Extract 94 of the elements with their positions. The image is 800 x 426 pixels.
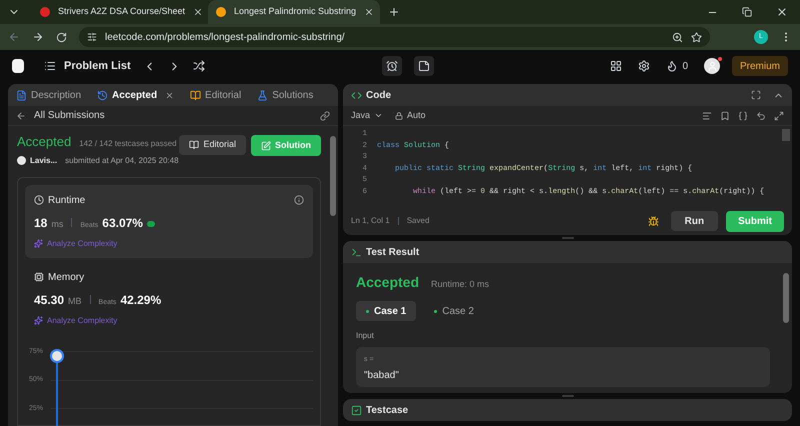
site-favicon-icon — [216, 7, 226, 17]
terminal-icon — [351, 246, 362, 258]
runtime-text: Runtime: 0 ms — [431, 278, 490, 291]
avatar-marker — [50, 348, 64, 362]
tab-icon — [97, 90, 108, 100]
timer-button[interactable] — [382, 56, 402, 76]
debug-icon[interactable] — [648, 216, 659, 226]
share-link-icon[interactable] — [320, 110, 330, 120]
braces-icon[interactable] — [738, 110, 748, 120]
chevron-down-icon — [374, 111, 384, 120]
url-text: leetcode.com/problems/longest-palindromic-substring/ — [105, 30, 346, 44]
submission-status: Accepted — [17, 133, 72, 151]
close-icon — [165, 90, 174, 100]
beats-percentage: 63.07% — [102, 214, 143, 232]
variable-value: "babad" — [364, 368, 400, 382]
new-tab-icon[interactable] — [388, 6, 400, 18]
panel-tab[interactable]: Accepted — [97, 88, 174, 102]
input-label: Input — [356, 330, 375, 342]
problem-list-link[interactable]: Problem List — [64, 58, 131, 74]
info-icon[interactable] — [294, 195, 304, 205]
forward-icon[interactable] — [32, 31, 44, 43]
settings-icon[interactable] — [638, 60, 650, 72]
book-icon — [189, 140, 200, 150]
stat-unit: MB — [68, 294, 82, 308]
user-avatar[interactable] — [704, 58, 720, 74]
close-tab-icon[interactable] — [364, 7, 374, 17]
stat-unit: ms — [51, 218, 64, 230]
tab-icon — [16, 90, 27, 100]
clock-icon — [34, 195, 44, 205]
tab-icon — [257, 90, 268, 100]
username: Lavis... — [30, 154, 58, 166]
mode-label: Auto — [407, 108, 426, 122]
close-window-icon[interactable] — [776, 6, 788, 18]
editorial-button[interactable]: Editorial — [179, 135, 246, 155]
user-avatar-icon — [17, 156, 26, 165]
layout-icon[interactable] — [610, 60, 622, 72]
browser-tab[interactable]: Strivers A2Z DSA Course/Sheet — [32, 0, 204, 24]
all-submissions-link[interactable]: All Submissions — [34, 108, 105, 123]
tab-title: Strivers A2Z DSA Course/Sheet — [58, 5, 186, 18]
logo-icon[interactable] — [12, 59, 24, 73]
notes-button[interactable] — [414, 56, 434, 76]
close-tab-icon[interactable] — [193, 7, 204, 17]
case-tab[interactable]: Case 2 — [424, 301, 484, 321]
chip-icon — [34, 272, 44, 282]
panel-title: Code — [366, 88, 391, 102]
checkbox-icon — [351, 404, 362, 416]
save-status: Saved — [406, 215, 430, 227]
run-button[interactable]: Run — [670, 211, 718, 231]
expand-icon[interactable] — [774, 110, 784, 120]
back-icon[interactable] — [8, 31, 20, 43]
streak-icon[interactable] — [666, 60, 678, 72]
stat-title: Memory — [48, 270, 84, 284]
beats-percentage: 42.29% — [120, 292, 162, 308]
submission-time: submitted at Apr 04, 2025 20:48 — [65, 154, 179, 166]
stat-value: 45.30 — [34, 292, 64, 308]
tab-title: Longest Palindromic Substring — [234, 5, 356, 18]
lock-icon — [395, 112, 404, 120]
tab-icon — [190, 90, 202, 100]
user-silhouette-icon — [706, 60, 718, 72]
restore-icon[interactable] — [742, 7, 752, 17]
stat-title: Runtime — [48, 194, 86, 208]
coin-icon — [146, 220, 155, 226]
sparkles-icon — [34, 316, 43, 325]
panel-tab[interactable]: Solutions — [257, 88, 314, 102]
site-favicon-icon — [40, 7, 50, 17]
sparkles-icon — [34, 239, 43, 248]
alarm-clock-icon — [386, 60, 398, 72]
case-tab[interactable]: Case 1 — [356, 301, 416, 321]
back-arrow-icon[interactable] — [16, 110, 26, 120]
panel-tab[interactable]: Editorial — [190, 88, 242, 102]
testcases-passed: 142 / 142 testcases passed — [79, 138, 177, 150]
premium-button[interactable]: Premium — [732, 56, 788, 76]
bookmark-icon[interactable] — [720, 110, 730, 120]
reset-icon[interactable] — [756, 110, 766, 120]
panel-tab[interactable]: Description — [16, 88, 82, 102]
zoom-icon[interactable] — [672, 32, 683, 42]
language-select[interactable]: Java — [351, 108, 384, 122]
stat-value: 18 — [34, 214, 48, 232]
code-icon — [351, 90, 362, 100]
pen-icon — [261, 140, 271, 150]
result-status: Accepted — [356, 273, 420, 292]
site-info-icon — [87, 32, 97, 42]
panel-title: Test Result — [366, 246, 420, 260]
address-field[interactable]: leetcode.com/problems/longest-palindromic-substring/ — [79, 27, 710, 47]
streak-count: 0 — [682, 60, 688, 74]
note-icon — [418, 60, 430, 72]
reload-icon[interactable] — [56, 32, 67, 42]
bookmark-star-icon[interactable] — [691, 32, 702, 42]
shuffle-icon[interactable] — [192, 60, 205, 72]
panel-title: Testcase — [366, 404, 408, 418]
maximize-icon[interactable] — [751, 90, 761, 100]
browser-tab[interactable]: Longest Palindromic Substring — [208, 0, 380, 24]
cursor-position: Ln 1, Col 1 — [351, 215, 390, 227]
format-icon[interactable] — [702, 110, 712, 120]
